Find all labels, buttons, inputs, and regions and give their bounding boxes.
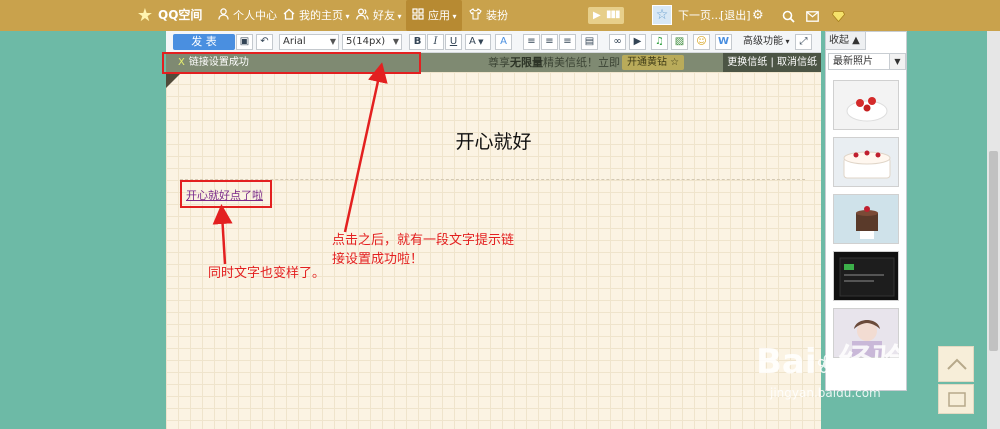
arrow-to-notice <box>343 62 388 233</box>
photo-thumb-3[interactable] <box>833 194 899 244</box>
feedback-icon <box>948 392 966 407</box>
photo-thumb-4[interactable] <box>833 251 899 301</box>
arrow-to-link <box>212 204 233 265</box>
annotation-right: 点击之后，就有一段文字提示链 接设置成功啦！ <box>332 231 514 269</box>
page-scrollbar[interactable] <box>987 31 1000 429</box>
photo-filter-select[interactable]: 最新照片 ▼ <box>828 53 906 70</box>
annotation-right-line2: 接设置成功啦！ <box>332 252 424 267</box>
photo-filter-value: 最新照片 <box>833 56 873 67</box>
collapse-tab[interactable]: 收起 ▲ <box>826 32 866 50</box>
annotation-left: 同时文字也变样了。 <box>208 266 326 281</box>
annotation-right-line1: 点击之后，就有一段文字提示链 <box>332 233 515 248</box>
back-to-top-button[interactable] <box>938 346 974 382</box>
photo-thumb-1[interactable] <box>833 80 899 130</box>
watermark-brand: Bai <box>756 342 817 382</box>
watermark-brand-cn: 经验 <box>838 342 907 382</box>
scrollbar-thumb[interactable] <box>989 151 998 351</box>
baidu-watermark: Bai❀经验 <box>756 334 906 383</box>
watermark-url: jingyan.baidu.com <box>770 386 881 400</box>
feedback-button[interactable] <box>938 384 974 414</box>
chevron-up-icon <box>947 358 967 370</box>
paw-icon: ❀ <box>816 350 839 380</box>
photo-thumb-2[interactable] <box>833 137 899 187</box>
